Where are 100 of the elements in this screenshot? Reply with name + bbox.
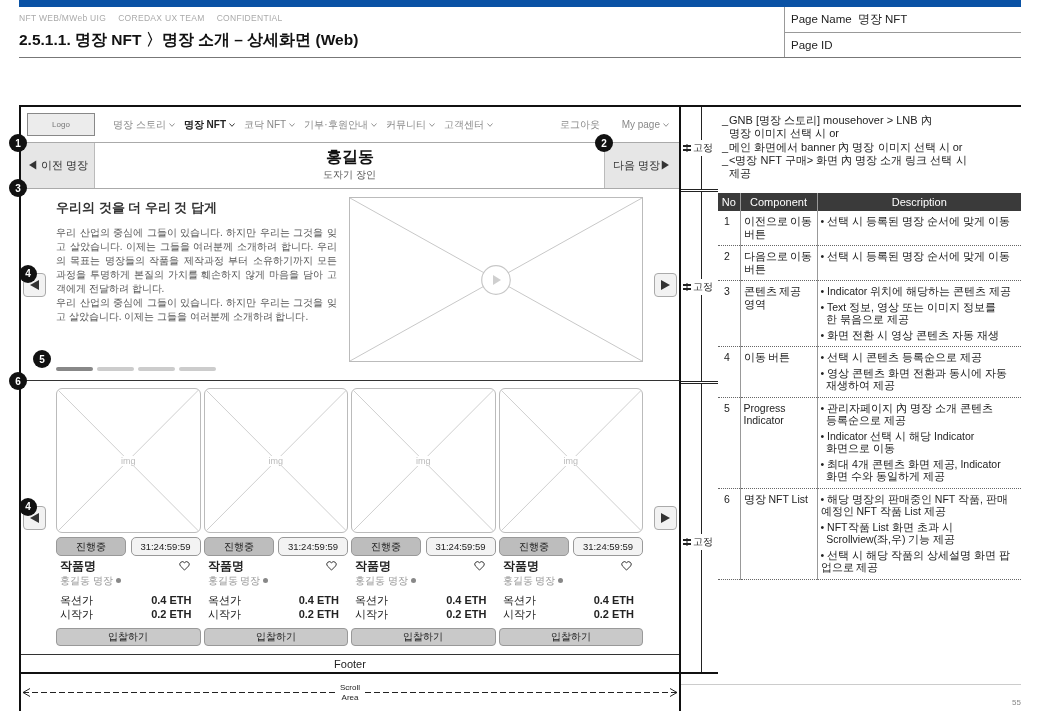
utility-link[interactable]: My page bbox=[621, 117, 669, 132]
menu-item[interactable]: 기부·후원안내 bbox=[304, 117, 377, 132]
price-label: 옥션가 bbox=[60, 592, 93, 608]
info-value: 명장 NFT bbox=[857, 11, 908, 27]
logo[interactable]: Logo bbox=[27, 113, 95, 136]
caret-down-icon bbox=[428, 122, 435, 127]
annotation-label: 고정 bbox=[693, 535, 713, 549]
status-tag: 진행중 bbox=[203, 537, 274, 556]
price-value: 0.2 ETH bbox=[298, 608, 339, 620]
progress-indicator[interactable] bbox=[97, 367, 134, 371]
note-marker: _ bbox=[722, 153, 729, 168]
bid-button[interactable]: 입찰하기 bbox=[351, 628, 496, 646]
heart-icon[interactable] bbox=[473, 561, 485, 571]
price-label: 시작가 bbox=[207, 606, 241, 622]
progress-indicator[interactable] bbox=[56, 367, 93, 371]
number-badge: 2 bbox=[595, 134, 613, 152]
price-label: 시작가 bbox=[60, 606, 93, 622]
price-label: 옥션가 bbox=[355, 592, 388, 608]
triangle-left-icon bbox=[30, 279, 39, 290]
price-label: 옥션가 bbox=[207, 592, 241, 608]
price-value: 0.2 ETH bbox=[446, 608, 487, 620]
image-placeholder[interactable] bbox=[203, 388, 348, 533]
price-value: 0.2 ETH bbox=[593, 608, 634, 620]
dot-icon bbox=[410, 578, 416, 583]
triangle-right-icon bbox=[661, 512, 670, 523]
table-cell: 1 bbox=[718, 211, 740, 246]
countdown-timer: 31:24:59:59 bbox=[130, 537, 201, 556]
table-cell: 3 bbox=[718, 280, 740, 347]
status-tag: 진행중 bbox=[498, 537, 569, 556]
previous-artisan-button[interactable]: ◀ 이전 명장 bbox=[21, 143, 95, 188]
countdown-timer: 31:24:59:59 bbox=[278, 537, 348, 556]
image-placeholder[interactable] bbox=[56, 388, 201, 533]
caret-down-icon bbox=[370, 122, 377, 127]
lines-icon bbox=[683, 144, 691, 152]
dot-icon bbox=[115, 578, 121, 583]
content-title: 우리의 것을 더 우리 것 답게 bbox=[56, 200, 219, 216]
menu-item[interactable]: 명장 스토리 bbox=[113, 117, 175, 132]
countdown-timer: 31:24:59:59 bbox=[425, 537, 496, 556]
caret-down-icon bbox=[289, 122, 296, 127]
number-badge: 1 bbox=[9, 134, 27, 152]
price-label: 옥션가 bbox=[502, 592, 536, 608]
description-text: • NFT작품 List 화면 초과 시 Scrollview(좌,우) 기능 제공 bbox=[820, 520, 957, 546]
caret-down-icon bbox=[229, 122, 235, 127]
bid-button[interactable]: 입찰하기 bbox=[498, 628, 643, 646]
table-cell: 이동 버튼 bbox=[740, 346, 817, 397]
image-placeholder[interactable] bbox=[351, 388, 496, 533]
annotation-label: 고정 bbox=[693, 141, 713, 155]
column-header: Description bbox=[817, 193, 1021, 211]
heart-icon[interactable] bbox=[326, 561, 337, 571]
heart-icon[interactable] bbox=[621, 561, 632, 571]
price-value: 0.2 ETH bbox=[151, 608, 192, 620]
menu-item[interactable]: 코닥 NFT bbox=[244, 117, 296, 132]
utility-link[interactable]: 로그아웃 bbox=[559, 117, 600, 132]
image-placeholder[interactable] bbox=[498, 388, 643, 533]
heart-icon[interactable] bbox=[178, 561, 190, 571]
image-label: img bbox=[267, 455, 284, 466]
note-text: 메인 화면에서 banner 內 명장 이미지 선택 시 or bbox=[729, 140, 963, 154]
column-header: Component bbox=[740, 193, 817, 211]
caret-down-icon bbox=[486, 122, 493, 127]
number-badge: 3 bbox=[9, 179, 27, 197]
progress-indicator[interactable] bbox=[138, 367, 175, 371]
triangle-left-icon bbox=[30, 512, 39, 523]
play-icon[interactable] bbox=[481, 264, 511, 295]
artisan-role: 도자기 장인 bbox=[323, 168, 376, 182]
description-text: • 영상 콘텐츠 화면 전환과 동시에 자동 재생하여 제공 bbox=[820, 366, 1008, 392]
dot-icon bbox=[558, 578, 564, 583]
table-cell: Progress Indicator bbox=[740, 397, 817, 488]
table-cell: 2 bbox=[718, 245, 740, 281]
progress-indicator[interactable] bbox=[179, 367, 216, 371]
artisan-name: 홍길동 bbox=[325, 147, 374, 167]
bid-button[interactable]: 입찰하기 bbox=[203, 628, 348, 646]
description-text: • Indicator 선택 시 해당 Indicator 화면으로 이동 bbox=[820, 429, 976, 455]
menu-item[interactable]: 커뮤니티 bbox=[385, 117, 435, 132]
description-text: • 선택 시 콘텐츠 등록순으로 제공 bbox=[820, 351, 983, 364]
description-text: • 최대 4개 콘텐츠 화면 제공, Indicator 화면 수와 동일하게 제공 bbox=[820, 457, 1002, 483]
status-tag: 진행중 bbox=[56, 537, 126, 556]
price-value: 0.4 ETH bbox=[298, 594, 339, 606]
status-tag: 진행중 bbox=[351, 537, 421, 556]
countdown-timer: 31:24:59:59 bbox=[573, 537, 643, 556]
column-header: No bbox=[718, 193, 740, 211]
note-text: GNB [명장 스토리] mousehover > LNB 內 명장 이미지 선택 시 or bbox=[729, 114, 932, 141]
table-cell: 이전으로 이동 버튼 bbox=[740, 211, 817, 246]
description-text: • 선택 시 등록된 명장 순서에 맞게 이동 bbox=[820, 250, 1011, 263]
price-value: 0.4 ETH bbox=[593, 594, 634, 606]
info-label: Page Name bbox=[791, 13, 852, 26]
table-cell: 다음으로 이동 버튼 bbox=[740, 245, 817, 281]
header-label: COREDAX UX TEAM bbox=[118, 13, 205, 23]
image-label: img bbox=[120, 455, 137, 466]
work-title: 작품명 bbox=[60, 558, 96, 574]
page-number: 55 bbox=[1012, 698, 1021, 707]
number-badge: 6 bbox=[9, 372, 27, 390]
triangle-right-icon bbox=[661, 279, 670, 290]
note-text: <명장 NFT 구매> 화면 內 명장 소개 링크 선택 시 제공 bbox=[729, 153, 967, 181]
footer-bar: Footer bbox=[21, 654, 679, 674]
menu-item[interactable]: 고객센터 bbox=[443, 117, 493, 132]
menu-item[interactable]: 명장 NFT bbox=[183, 117, 235, 132]
bid-button[interactable]: 입찰하기 bbox=[56, 628, 201, 646]
next-button[interactable] bbox=[654, 272, 677, 297]
table-cell: 명장 NFT List bbox=[740, 488, 817, 579]
scroll-right-button[interactable] bbox=[654, 505, 677, 530]
